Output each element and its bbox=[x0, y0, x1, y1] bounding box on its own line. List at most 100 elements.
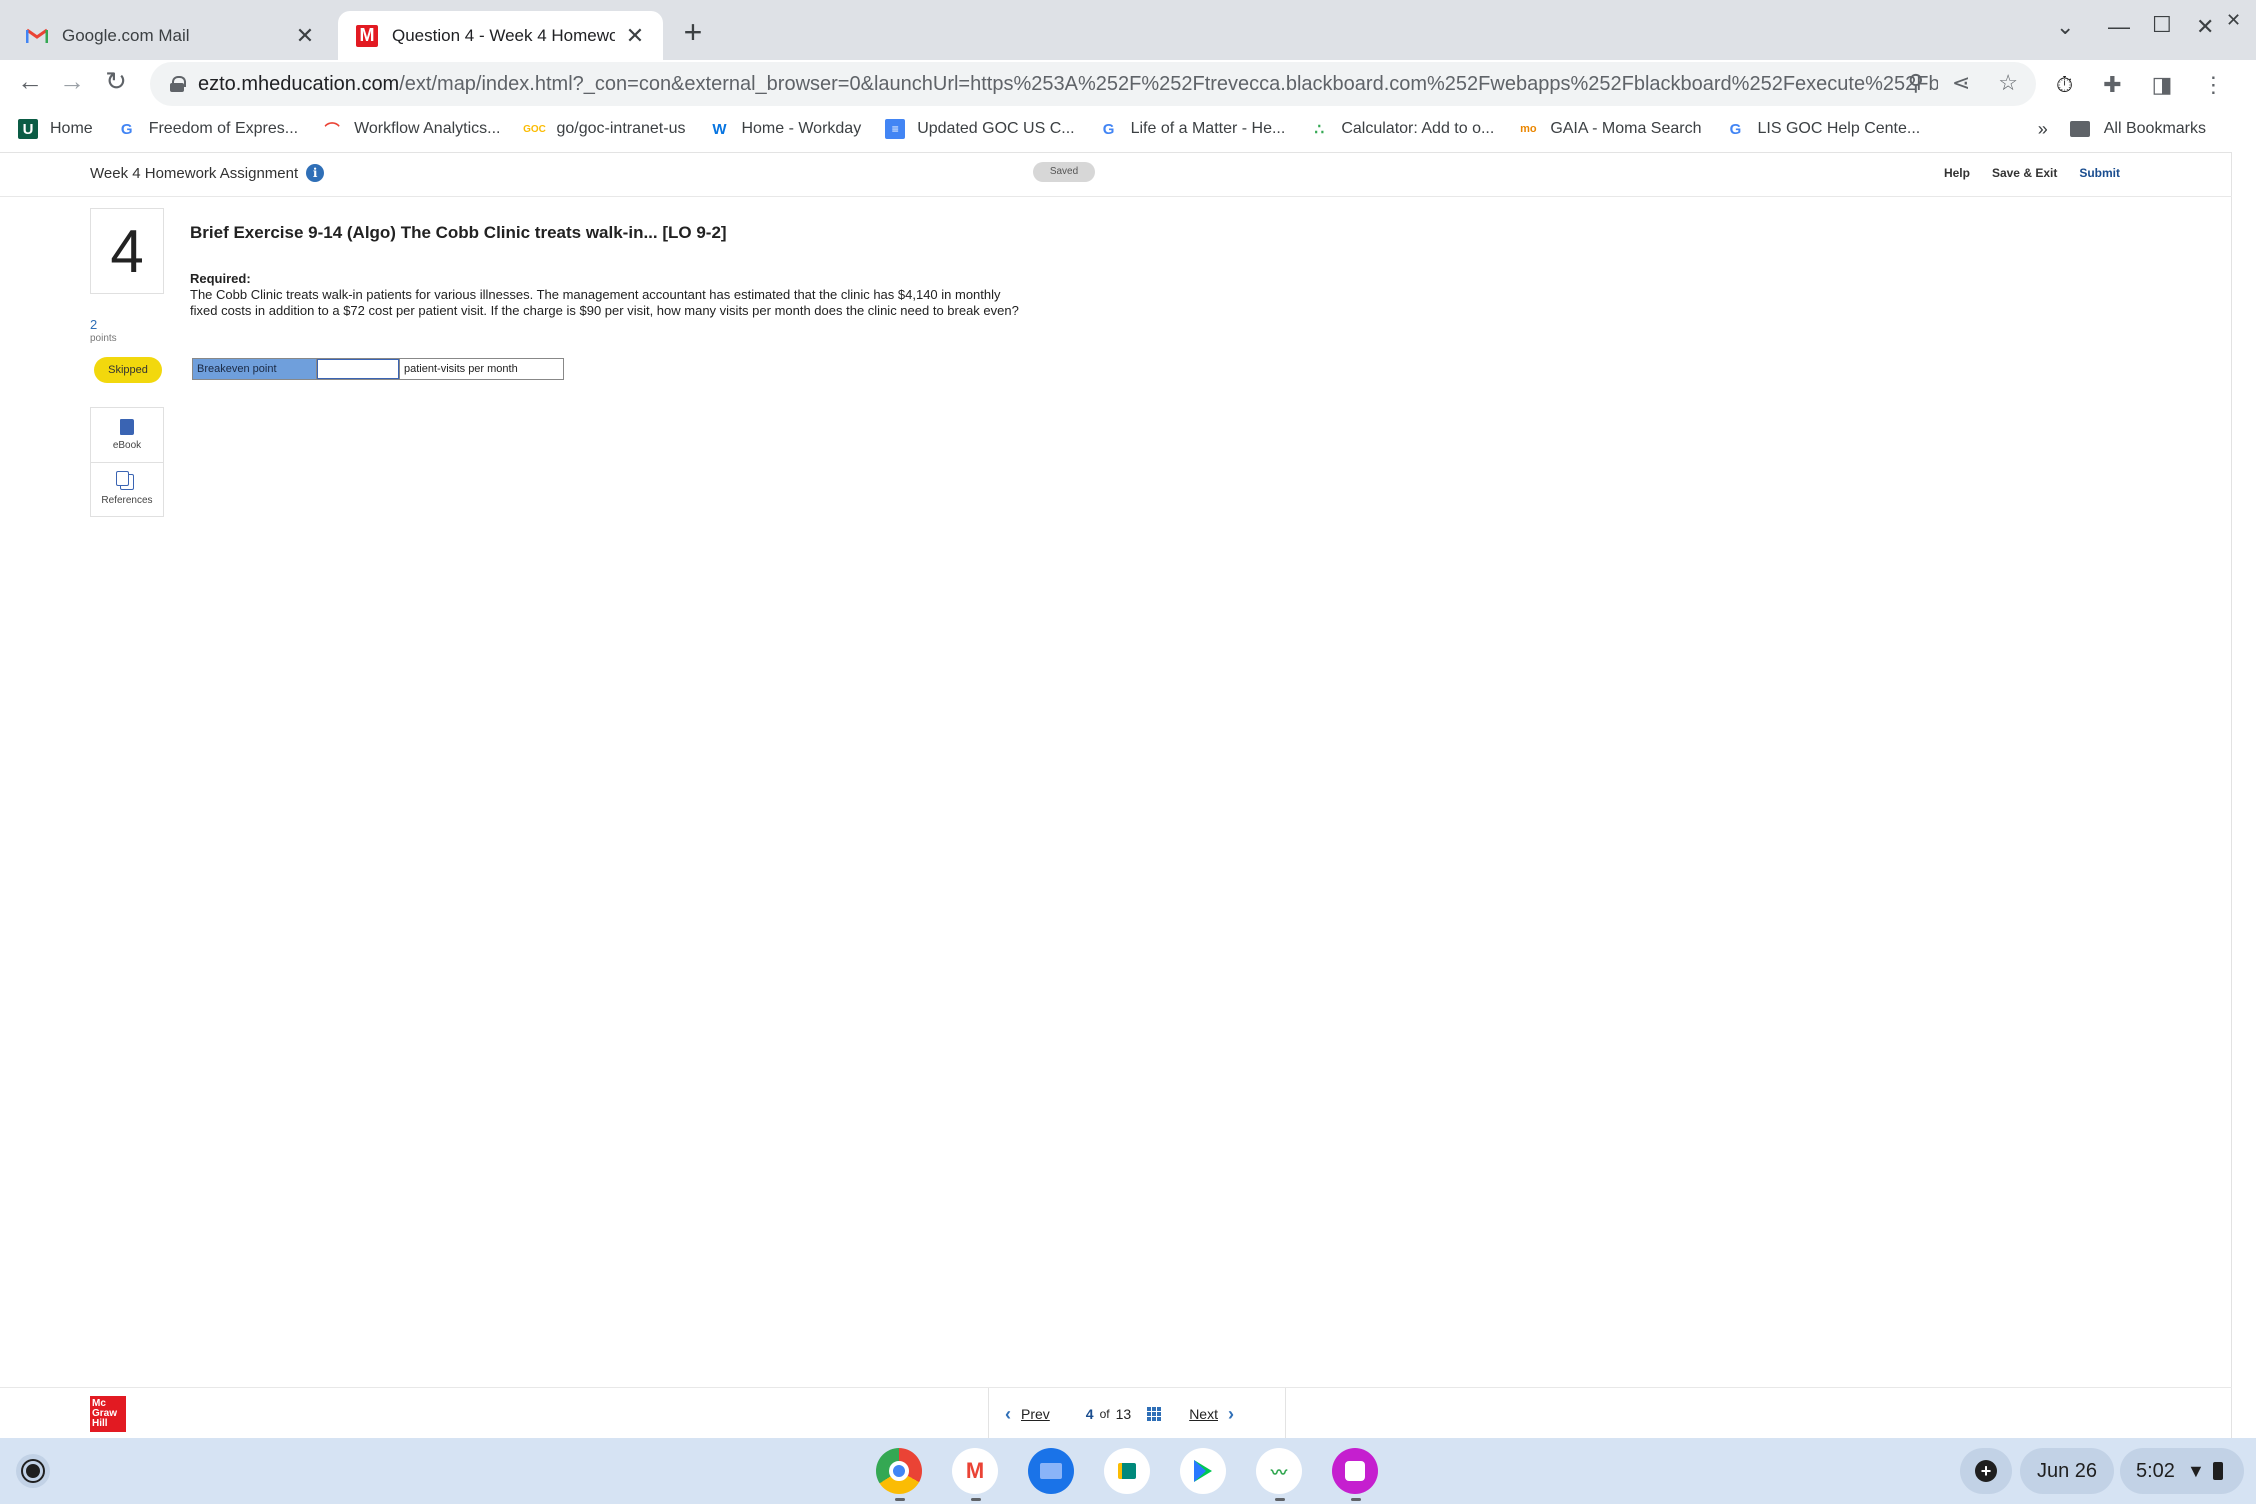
total-pages: 13 bbox=[1115, 1406, 1132, 1422]
share-icon[interactable]: ⋖ bbox=[1952, 70, 1970, 96]
help-link[interactable]: Help bbox=[1944, 166, 1970, 180]
close-window-icon[interactable]: ✕ bbox=[2196, 14, 2214, 40]
all-bookmarks[interactable]: All Bookmarks bbox=[2104, 120, 2206, 138]
url-text[interactable]: ezto.mheducation.com/ext/map/index.html?… bbox=[198, 73, 1938, 96]
clock: 5:02 bbox=[2136, 1459, 2175, 1482]
workflow-icon[interactable]: 〰 bbox=[1256, 1448, 1302, 1494]
play-store-icon[interactable] bbox=[1180, 1448, 1226, 1494]
breakeven-label: Breakeven point bbox=[193, 359, 317, 379]
bookmark-home[interactable]: U Home bbox=[18, 119, 93, 139]
google-icon: G bbox=[120, 120, 133, 138]
references-label: References bbox=[101, 494, 153, 506]
chevron-right-icon[interactable]: › bbox=[1228, 1404, 1234, 1425]
workday-icon: W bbox=[712, 120, 727, 138]
question-title: Brief Exercise 9-14 (Algo) The Cobb Clin… bbox=[190, 223, 727, 242]
date-tray[interactable]: Jun 26 bbox=[2020, 1448, 2114, 1494]
zoom-icon[interactable]: ⚲ bbox=[1908, 70, 1924, 96]
ebook-label: eBook bbox=[112, 440, 142, 451]
bookmark-goc-us[interactable]: ≡ Updated GOC US C... bbox=[885, 119, 1075, 139]
bookmark-moma[interactable]: mo GAIA - Moma Search bbox=[1518, 119, 1701, 139]
next-link[interactable]: Next bbox=[1189, 1406, 1218, 1422]
bookmark-calculator[interactable]: ∴ Calculator: Add to o... bbox=[1309, 119, 1495, 139]
os-shelf: M 〰 + Jun 26 5:02 ▼ bbox=[0, 1438, 2256, 1504]
tab-strip: Google.com Mail ✕ M Question 4 - Week 4 … bbox=[0, 0, 2256, 60]
tab-search-icon[interactable]: ⌄ bbox=[2056, 14, 2074, 40]
pager: ‹ Prev 4 of 13 Next › bbox=[988, 1388, 1286, 1440]
moma-icon: mo bbox=[1520, 123, 1537, 135]
close-icon[interactable]: ✕ bbox=[295, 23, 315, 49]
tab-title: Question 4 - Week 4 Homework / bbox=[392, 25, 615, 45]
breakeven-input[interactable] bbox=[317, 359, 399, 379]
address-bar[interactable]: ezto.mheducation.com/ext/map/index.html?… bbox=[150, 62, 2036, 106]
files-icon[interactable] bbox=[1028, 1448, 1074, 1494]
menu-kebab-icon[interactable]: ⋮ bbox=[2202, 72, 2224, 98]
google-icon: G bbox=[1102, 120, 1115, 138]
bookmark-workflow[interactable]: ⌒ Workflow Analytics... bbox=[322, 119, 501, 139]
add-icon[interactable]: + bbox=[1960, 1448, 2012, 1494]
launcher-icon[interactable] bbox=[16, 1454, 50, 1488]
book-icon bbox=[120, 419, 134, 435]
running-indicator bbox=[1275, 1498, 1285, 1501]
bookmark-label: Calculator: Add to o... bbox=[1341, 120, 1495, 137]
bookmark-star-icon[interactable]: ☆ bbox=[1998, 70, 2018, 96]
running-indicator bbox=[971, 1498, 981, 1501]
bookmark-goc-intranet[interactable]: GOC go/goc-intranet-us bbox=[523, 119, 685, 139]
ebook-button[interactable]: eBook bbox=[91, 408, 163, 462]
tab-google-mail[interactable]: Google.com Mail ✕ bbox=[8, 11, 333, 60]
saved-status-badge: Saved bbox=[1033, 162, 1095, 182]
tab-question-4[interactable]: M Question 4 - Week 4 Homework / ✕ bbox=[338, 11, 663, 60]
info-icon[interactable]: i bbox=[306, 164, 325, 182]
side-panel-icon[interactable]: ◨ bbox=[2152, 72, 2173, 98]
assignment-header: Week 4 Homework Assignment i Saved Help … bbox=[0, 153, 2232, 197]
lock-icon bbox=[170, 76, 186, 92]
close-icon[interactable]: ✕ bbox=[625, 23, 645, 49]
prev-link[interactable]: Prev bbox=[1021, 1406, 1050, 1422]
folder-icon bbox=[2069, 121, 2090, 137]
back-icon[interactable]: ← bbox=[10, 66, 50, 97]
chrome-icon[interactable] bbox=[876, 1448, 922, 1494]
required-label: Required: bbox=[190, 271, 251, 286]
points-value: 2 bbox=[90, 317, 98, 332]
assignment-title-text: Week 4 Homework Assignment bbox=[90, 164, 299, 182]
gmail-icon bbox=[26, 25, 48, 47]
goc-icon: GOC bbox=[523, 123, 546, 135]
close-icon[interactable]: ✕ bbox=[2226, 10, 2241, 31]
new-tab-icon[interactable]: + bbox=[678, 14, 708, 51]
bookmarks-bar: U Home G Freedom of Expres... ⌒ Workflow An… bbox=[0, 110, 2256, 148]
bookmark-freedom[interactable]: G Freedom of Expres... bbox=[117, 119, 298, 139]
of-label: of bbox=[1099, 1407, 1110, 1421]
extensions-puzzle-icon[interactable]: ✚ bbox=[2103, 72, 2121, 98]
forward-icon[interactable]: → bbox=[52, 66, 92, 97]
chevron-left-icon[interactable]: ‹ bbox=[1005, 1404, 1011, 1425]
mcgraw-hill-logo: Mc Graw Hill bbox=[90, 1396, 126, 1432]
bookmark-label: Home - Workday bbox=[741, 120, 862, 137]
bookmark-label: Updated GOC US C... bbox=[917, 120, 1075, 137]
wifi-icon: ▼ bbox=[2186, 1460, 2205, 1481]
bookmark-label: Life of a Matter - He... bbox=[1130, 120, 1286, 137]
extension-timer-icon[interactable]: ⏱ bbox=[2056, 72, 2073, 98]
submit-link[interactable]: Submit bbox=[2079, 166, 2120, 180]
bookmark-life-matter[interactable]: G Life of a Matter - He... bbox=[1099, 119, 1286, 139]
system-tray[interactable]: 5:02 ▼ bbox=[2120, 1448, 2244, 1494]
grid-icon[interactable] bbox=[1147, 1407, 1162, 1421]
gmail-icon[interactable]: M bbox=[952, 1448, 998, 1494]
reload-icon[interactable]: ↻ bbox=[96, 66, 136, 97]
unit-label: patient-visits per month bbox=[399, 359, 563, 379]
points-label: points bbox=[90, 333, 117, 344]
url-path: /ext/map/index.html?_con=con&external_br… bbox=[399, 72, 1938, 95]
bookmark-lis-goc[interactable]: G LIS GOC Help Cente... bbox=[1725, 119, 1921, 139]
tab-title: Google.com Mail bbox=[62, 25, 190, 45]
question-footer: Mc Graw Hill ‹ Prev 4 of 13 Next › bbox=[0, 1387, 2232, 1440]
bookmark-label: Home bbox=[50, 120, 93, 137]
dots-icon: ∴ bbox=[1314, 121, 1325, 138]
question-tools: eBook References bbox=[90, 407, 164, 517]
more-bookmarks-icon[interactable]: » bbox=[2038, 119, 2048, 140]
save-exit-link[interactable]: Save & Exit bbox=[1992, 166, 2057, 180]
references-button[interactable]: References bbox=[91, 462, 163, 516]
bookmark-workday[interactable]: W Home - Workday bbox=[709, 119, 861, 139]
canvas-icon[interactable] bbox=[1332, 1448, 1378, 1494]
meet-icon[interactable] bbox=[1104, 1448, 1150, 1494]
minimize-icon[interactable]: — bbox=[2108, 14, 2130, 40]
docs-icon: ≡ bbox=[885, 119, 906, 139]
maximize-icon[interactable]: ☐ bbox=[2152, 12, 2172, 38]
